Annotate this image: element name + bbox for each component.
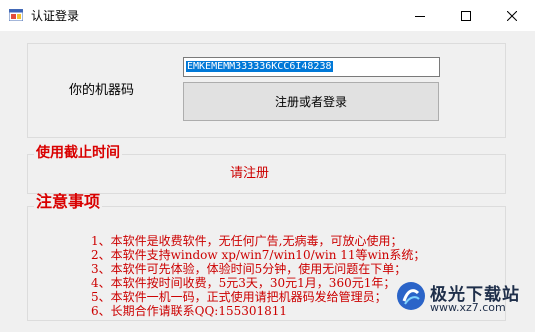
notice-item: 2、本软件支持window xp/win7/win10/win 11等win系统… [91,248,426,262]
notice-item: 5、本软件一机一码，正式使用请把机器码发给管理员； [91,290,387,304]
notice-item: 3、本软件可先体验，体验时间5分钟，使用无问题在下单； [91,262,407,276]
notices-list: 1、本软件是收费软件，无任何广告,无病毒，可放心使用； 2、本软件支持windo… [91,234,425,318]
watermark-url: www.xz7.com [430,301,506,314]
register-login-button-label: 注册或者登录 [274,95,347,109]
expiry-status: 请注册 [230,166,270,181]
notice-item: 6、长期合作请联系QQ:155301811 [91,304,288,318]
notices-section-title: 注意事项 [34,192,103,211]
register-login-button[interactable]: 注册或者登录 [183,82,439,121]
minimize-icon [415,15,425,17]
notice-item: 1、本软件是收费软件，无任何广告,无病毒，可放心使用； [91,234,403,248]
app-window-icon [9,9,23,21]
minimize-button[interactable] [397,0,443,31]
close-icon [507,10,517,21]
maximize-button[interactable] [443,0,489,31]
maximize-icon [461,10,471,21]
notice-item: 4、本软件按时间收费，5元3天，30元1月，360元1年； [91,276,396,290]
title-bar[interactable]: 认证登录 [0,0,535,31]
close-button[interactable] [489,0,535,31]
machine-code-value: EMKEMEMM333336KCC6I48238 [186,61,333,72]
machine-code-field[interactable]: EMKEMEMM333336KCC6I48238 [183,57,440,77]
machine-code-label: 你的机器码 [69,83,135,98]
aurora-logo-icon [397,282,425,310]
expiry-section-title: 使用截止时间 [34,145,122,161]
window-title: 认证登录 [31,9,80,23]
site-watermark: 极光下载站 www.xz7.com [396,278,526,318]
auth-login-window: 认证登录 你的机器码 EMKEMEMM333336KCC6I48238 注册或者… [0,0,535,332]
